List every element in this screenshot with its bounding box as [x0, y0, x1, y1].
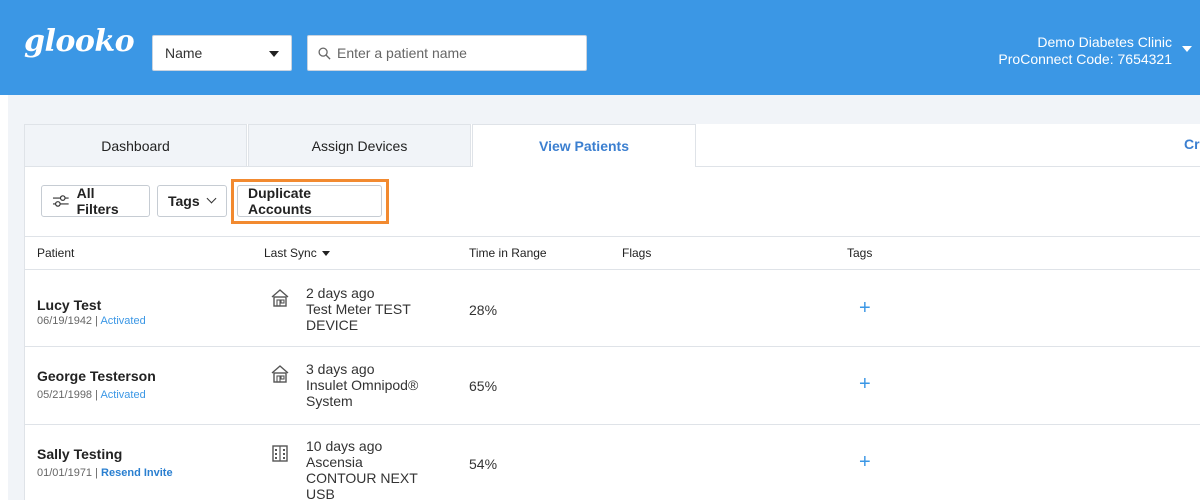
- column-header-last-sync-label: Last Sync: [264, 246, 317, 260]
- search-type-value: Name: [165, 45, 203, 61]
- last-sync-cell: 10 days ago Ascensia CONTOUR NEXT USB: [306, 438, 426, 500]
- search-icon: [318, 46, 331, 60]
- time-in-range-value: 28%: [469, 302, 498, 318]
- caret-down-icon: [269, 51, 279, 57]
- tab-view-patients[interactable]: View Patients: [472, 124, 696, 167]
- chevron-down-icon: [206, 193, 217, 203]
- patient-meta: 05/21/1998 | Activated: [37, 389, 146, 401]
- resend-invite-link[interactable]: Resend Invite: [101, 467, 173, 479]
- patient-name-link[interactable]: Lucy Test: [37, 297, 101, 313]
- tab-assign-devices[interactable]: Assign Devices: [248, 124, 471, 166]
- patient-search-input[interactable]: [337, 45, 577, 61]
- patient-search-box[interactable]: [307, 35, 587, 71]
- search-type-select[interactable]: Name: [152, 35, 292, 71]
- all-filters-button[interactable]: All Filters: [41, 185, 150, 217]
- clinic-building-icon: [272, 445, 288, 462]
- add-tag-plus-icon[interactable]: +: [859, 374, 871, 394]
- add-tag-plus-icon[interactable]: +: [859, 298, 871, 318]
- sliders-icon: [52, 195, 69, 207]
- home-icon: [271, 289, 289, 307]
- tags-dropdown-button[interactable]: Tags: [157, 185, 227, 217]
- sync-time: 3 days ago: [306, 361, 375, 377]
- patient-name-link[interactable]: Sally Testing: [37, 446, 122, 462]
- patient-status-link[interactable]: Activated: [100, 389, 145, 401]
- column-header-tags[interactable]: Tags: [847, 246, 872, 260]
- clinic-menu[interactable]: Demo Diabetes Clinic ProConnect Code: 76…: [998, 34, 1172, 68]
- top-header: glooko Name Demo Diabetes Clinic ProConn…: [0, 0, 1200, 95]
- time-in-range-value: 65%: [469, 378, 498, 394]
- sync-device: Insulet Omnipod® System: [306, 377, 419, 409]
- sync-time: 2 days ago: [306, 285, 375, 301]
- patient-meta: 06/19/1942 | Activated: [37, 315, 146, 327]
- patient-status-link[interactable]: Activated: [100, 315, 145, 327]
- tab-dashboard[interactable]: Dashboard: [24, 124, 247, 166]
- sync-device: Test Meter TEST DEVICE: [306, 301, 411, 333]
- patient-meta: 01/01/1971 | Resend Invite: [37, 467, 173, 479]
- patient-name-link[interactable]: George Testerson: [37, 368, 156, 384]
- last-sync-cell: 3 days ago Insulet Omnipod® System: [306, 361, 426, 409]
- sync-time: 10 days ago: [306, 438, 383, 454]
- glooko-logo[interactable]: glooko: [24, 24, 135, 59]
- time-in-range-value: 54%: [469, 456, 498, 472]
- clinic-menu-caret-icon[interactable]: [1182, 46, 1192, 52]
- column-header-flags[interactable]: Flags: [622, 246, 651, 260]
- tags-label: Tags: [168, 193, 200, 209]
- highlight-box: [231, 179, 389, 224]
- row-divider: [24, 346, 1200, 347]
- sync-device: Ascensia CONTOUR NEXT USB: [306, 454, 418, 500]
- main-panel: [24, 124, 1200, 500]
- column-header-last-sync[interactable]: Last Sync: [264, 246, 330, 260]
- home-icon: [271, 365, 289, 383]
- tab-dashboard-label: Dashboard: [101, 137, 170, 154]
- last-sync-cell: 2 days ago Test Meter TEST DEVICE: [306, 285, 426, 333]
- column-header-time-in-range[interactable]: Time in Range: [469, 246, 547, 260]
- tab-view-patients-label: View Patients: [538, 138, 629, 154]
- proconnect-code: ProConnect Code: 7654321: [998, 51, 1172, 67]
- table-header-row: [24, 236, 1200, 270]
- patient-dob: 06/19/1942: [37, 315, 93, 327]
- row-divider: [24, 424, 1200, 425]
- patient-dob: 01/01/1971: [37, 467, 93, 479]
- create-link-partial[interactable]: Cr: [1184, 136, 1200, 152]
- add-tag-plus-icon[interactable]: +: [859, 452, 871, 472]
- column-header-patient[interactable]: Patient: [37, 246, 74, 260]
- sort-caret-down-icon: [321, 251, 330, 257]
- patient-dob: 05/21/1998: [37, 389, 93, 401]
- tab-assign-devices-label: Assign Devices: [311, 137, 408, 154]
- all-filters-label: All Filters: [76, 185, 119, 217]
- clinic-name: Demo Diabetes Clinic: [1037, 34, 1172, 50]
